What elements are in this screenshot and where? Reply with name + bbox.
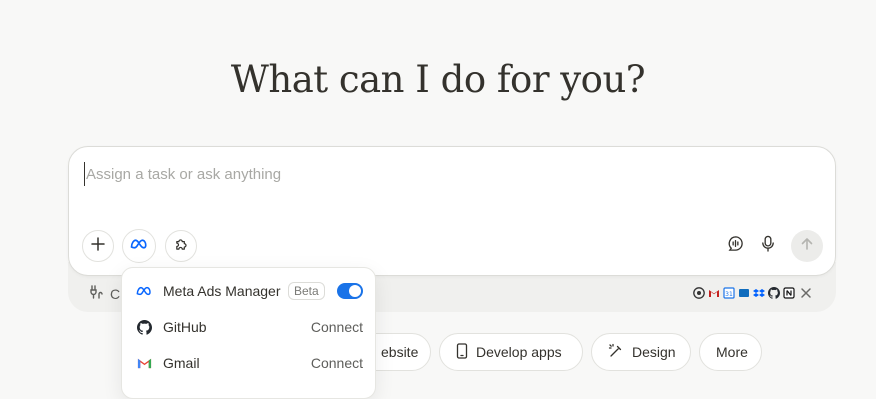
microphone-icon (761, 235, 775, 257)
quick-action-more[interactable]: More (699, 333, 762, 371)
connected-apps-icons[interactable]: 31 (692, 286, 795, 299)
design-icon (608, 343, 624, 362)
connector-label: GitHub (163, 319, 207, 335)
connector-item-gmail[interactable]: Gmail Connect (122, 345, 375, 381)
close-icon[interactable] (797, 284, 815, 302)
microphone-button[interactable] (753, 231, 783, 261)
quick-action-label: Develop apps (476, 344, 562, 360)
quick-action-develop-apps[interactable]: Develop apps (439, 333, 583, 371)
quick-action-design[interactable]: Design (591, 333, 691, 371)
puzzle-icon (174, 236, 189, 256)
github-icon (136, 319, 152, 335)
beta-badge: Beta (288, 282, 325, 300)
send-button[interactable] (791, 230, 823, 262)
connector-item-meta-ads-manager[interactable]: Meta Ads Manager Beta (122, 273, 375, 309)
phone-icon (456, 342, 468, 362)
connector-label: Gmail (163, 355, 200, 371)
task-input[interactable] (84, 162, 806, 186)
connectors-strip-label[interactable]: C (88, 284, 120, 303)
quick-action-label: ebsite (381, 344, 419, 360)
task-composer (68, 146, 836, 276)
github-icon (767, 286, 780, 299)
quick-action-label: More (716, 344, 748, 360)
connector-label: Meta Ads Manager (163, 283, 281, 299)
dropbox-icon (752, 286, 765, 299)
arrow-up-icon (800, 237, 814, 256)
extensions-button[interactable] (165, 230, 197, 262)
connect-button[interactable]: Connect (311, 355, 363, 371)
plug-icon (88, 284, 104, 303)
notion-icon (782, 286, 795, 299)
voice-chat-icon (727, 235, 744, 257)
add-button[interactable] (82, 230, 114, 262)
meta-ads-toggle[interactable] (337, 283, 363, 299)
gmail-icon (707, 286, 720, 299)
outlook-icon (737, 286, 750, 299)
gmail-icon (136, 355, 152, 371)
connect-button[interactable]: Connect (311, 319, 363, 335)
voice-chat-button[interactable] (720, 231, 750, 261)
meta-icon (130, 237, 148, 255)
connectors-dropdown: Meta Ads Manager Beta GitHub Connect Gma… (121, 267, 376, 399)
svg-text:31: 31 (725, 291, 733, 298)
meta-connector-button[interactable] (122, 229, 156, 263)
plus-icon (91, 236, 105, 256)
connector-item-github[interactable]: GitHub Connect (122, 309, 375, 345)
page-title: What can I do for you? (230, 58, 646, 101)
calendar-icon: 31 (722, 286, 735, 299)
meta-icon (136, 283, 152, 299)
quick-action-label: Design (632, 344, 676, 360)
connectors-label-text: C (110, 285, 121, 302)
chrome-icon (692, 286, 705, 299)
